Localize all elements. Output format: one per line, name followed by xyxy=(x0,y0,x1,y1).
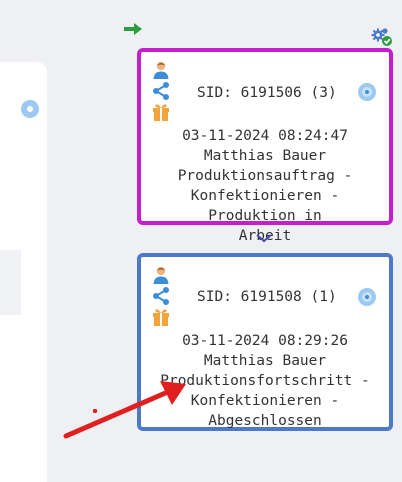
card-datetime: 03-11-2024 08:29:26 xyxy=(182,333,348,349)
disc-icon[interactable] xyxy=(357,287,377,307)
card-status-line: Produktionsauftrag - xyxy=(177,168,353,184)
chevron-down-icon xyxy=(256,234,272,243)
share-icon[interactable] xyxy=(151,286,171,306)
history-card-1[interactable]: SID: 6191506 (3) 03-11-2024 08:24:47 Mat… xyxy=(137,48,393,244)
user-icon[interactable] xyxy=(151,265,171,285)
gift-icon[interactable] xyxy=(151,307,171,327)
card-icon-stack xyxy=(151,265,171,327)
card-sid: SID: 6191506 (3) xyxy=(197,85,337,101)
card-details: 03-11-2024 08:24:47 Matthias Bauer Produ… xyxy=(143,126,387,246)
share-icon[interactable] xyxy=(151,81,171,101)
arrow-right-icon[interactable] xyxy=(123,22,143,36)
card-user: Matthias Bauer xyxy=(203,148,327,164)
left-card-row xyxy=(0,250,21,315)
card-status-line: Konfektionieren - Produktion in xyxy=(190,188,340,224)
card-user: Matthias Bauer xyxy=(203,353,327,369)
user-icon[interactable] xyxy=(151,60,171,80)
card-datetime: 03-11-2024 08:24:47 xyxy=(182,128,348,144)
annotation-arrow-icon xyxy=(63,381,186,439)
card-sid: SID: 6191508 (1) xyxy=(197,289,337,305)
left-card xyxy=(0,62,47,482)
gear-check-icon[interactable] xyxy=(370,27,394,47)
card-icon-stack xyxy=(151,60,171,122)
disc-icon[interactable] xyxy=(357,82,377,102)
gift-icon[interactable] xyxy=(151,102,171,122)
disc-icon[interactable] xyxy=(21,100,39,118)
